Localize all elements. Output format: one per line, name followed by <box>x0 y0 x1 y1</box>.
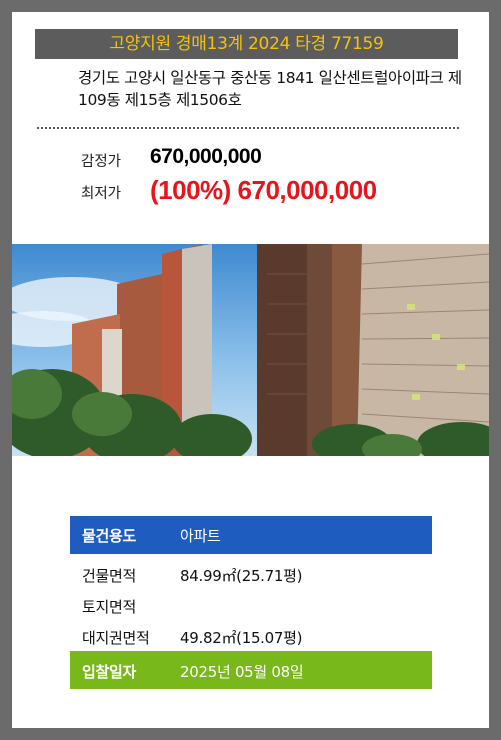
building-area-label: 건물면적 <box>82 567 137 585</box>
land-right-area-label: 대지권면적 <box>82 629 150 647</box>
bid-date-value: 2025년 05월 08일 <box>180 663 304 681</box>
minimum-price-label: 최저가 <box>81 186 122 202</box>
case-title: 고양지원 경매13계 2024 타경 77159 <box>35 29 458 59</box>
property-details-table: 물건용도 아파트 건물면적 84.99㎡(25.71평) 토지면적 대지권면적 … <box>70 516 432 689</box>
bid-date-label: 입찰일자 <box>82 663 137 681</box>
usage-row: 물건용도 아파트 <box>70 516 432 554</box>
dotted-divider <box>37 127 459 129</box>
appraisal-label: 감정가 <box>81 154 122 170</box>
land-right-area-row: 대지권면적 49.82㎡(15.07평) <box>70 620 432 651</box>
bid-date-row: 입찰일자 2025년 05월 08일 <box>70 651 432 689</box>
usage-value: 아파트 <box>180 527 221 545</box>
apartment-photo <box>12 244 489 456</box>
property-address: 경기도 고양시 일산동구 중산동 1841 일산센트럴아이파크 제109동 제1… <box>78 69 462 109</box>
minimum-price-value: (100%) 670,000,000 <box>150 175 377 205</box>
land-area-label: 토지면적 <box>82 598 137 616</box>
auction-card: 고양지원 경매13계 2024 타경 77159 경기도 고양시 일산동구 중산… <box>12 12 489 728</box>
building-area-row: 건물면적 84.99㎡(25.71평) <box>70 558 432 589</box>
appraisal-value: 670,000,000 <box>150 145 262 168</box>
land-right-area-value: 49.82㎡(15.07평) <box>180 629 303 647</box>
usage-label: 물건용도 <box>82 527 137 545</box>
land-area-row: 토지면적 <box>70 589 432 620</box>
building-area-value: 84.99㎡(25.71평) <box>180 567 303 585</box>
